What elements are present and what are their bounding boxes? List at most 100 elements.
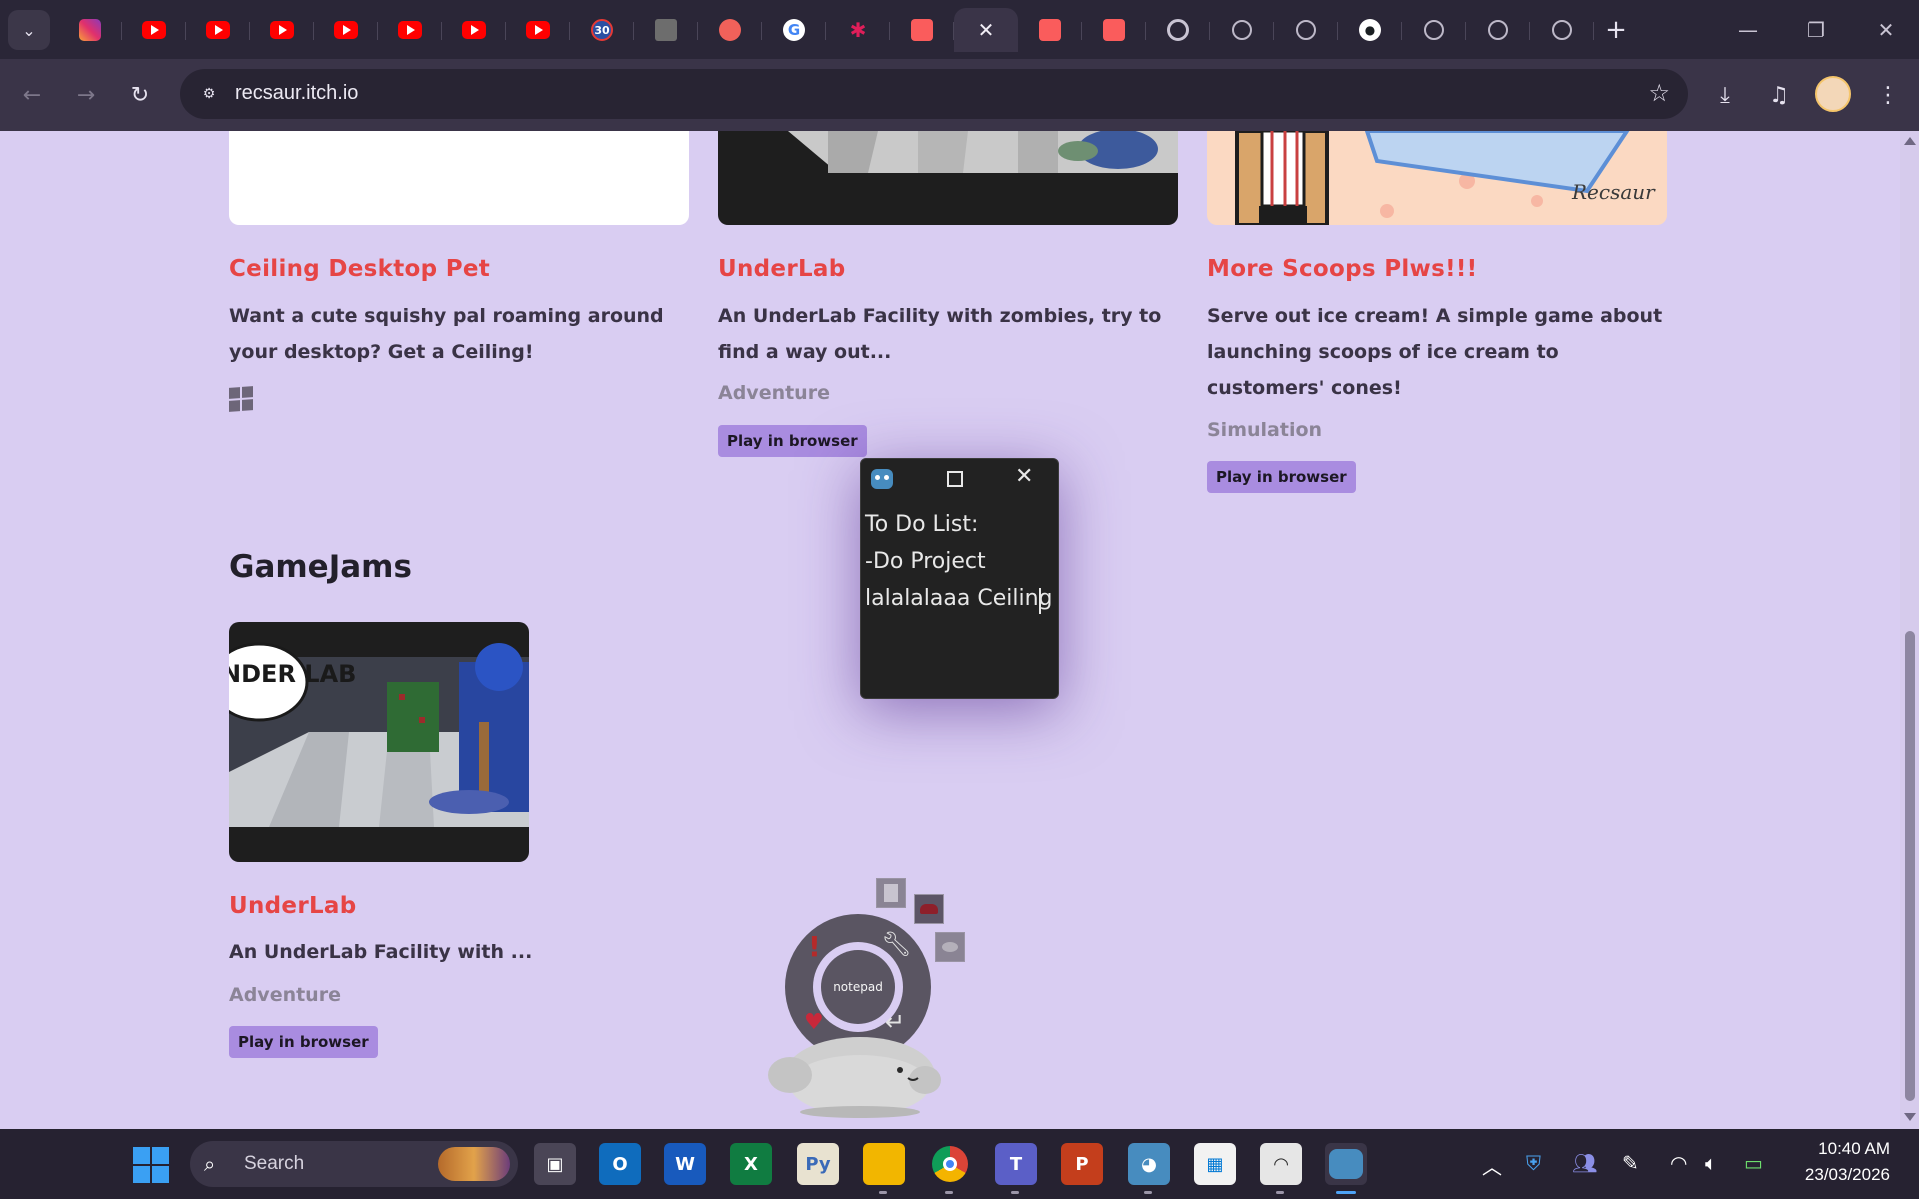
- file-explorer-icon[interactable]: [863, 1143, 905, 1194]
- forward-button[interactable]: →: [68, 77, 104, 113]
- game-genre-underlab: Adventure: [718, 382, 830, 404]
- browser-tab[interactable]: ✱: [826, 8, 890, 52]
- browser-tab[interactable]: [186, 8, 250, 52]
- itch-icon: [1039, 19, 1061, 41]
- game-title-ceiling[interactable]: Ceiling Desktop Pet: [229, 256, 490, 282]
- browser-tab[interactable]: [442, 8, 506, 52]
- new-tab-button[interactable]: +: [1596, 8, 1636, 52]
- browser-tab[interactable]: [506, 8, 570, 52]
- browser-tab[interactable]: [1018, 8, 1082, 52]
- game-cover-underlab-jam[interactable]: UNDER LAB: [229, 622, 529, 862]
- clock-time[interactable]: 10:40 AM: [1808, 1139, 1890, 1159]
- windows-start-button[interactable]: [133, 1147, 169, 1183]
- play-in-browser-button[interactable]: Play in browser: [229, 1026, 378, 1058]
- browser-tab[interactable]: [890, 8, 954, 52]
- notepad-titlebar[interactable]: ✕: [861, 459, 1058, 499]
- browser-tab[interactable]: [1146, 8, 1210, 52]
- browser-tab[interactable]: [314, 8, 378, 52]
- notepad-textarea[interactable]: To Do List: -Do Project lalalalaaa Ceili…: [865, 506, 1052, 617]
- wifi-icon[interactable]: ◠: [1670, 1151, 1687, 1175]
- game-cover-ceiling[interactable]: [229, 131, 689, 225]
- tab-search-button[interactable]: ⌄: [8, 10, 50, 50]
- browser-tab[interactable]: [250, 8, 314, 52]
- volume-icon[interactable]: 🔈︎: [1705, 1151, 1717, 1175]
- godot-icon[interactable]: ◕: [1128, 1143, 1170, 1194]
- browser-tab[interactable]: G: [762, 8, 826, 52]
- browser-tab[interactable]: [698, 8, 762, 52]
- minimize-button[interactable]: —: [1718, 8, 1778, 52]
- clip-studio-icon[interactable]: ◠: [1260, 1143, 1302, 1194]
- url-text[interactable]: recsaur.itch.io: [235, 82, 358, 105]
- back-button[interactable]: ←: [14, 77, 50, 113]
- reload-button[interactable]: ↻: [122, 77, 158, 113]
- python-icon[interactable]: Py: [797, 1143, 839, 1185]
- browser-tab[interactable]: [1210, 8, 1274, 52]
- godot-pet-app-icon[interactable]: [1325, 1143, 1367, 1194]
- browser-tab[interactable]: [378, 8, 442, 52]
- download-icon[interactable]: ⤓: [1706, 76, 1744, 114]
- maximize-icon[interactable]: [947, 471, 963, 487]
- game-cover-more-scoops[interactable]: Recsaur: [1207, 131, 1667, 225]
- browser-tab[interactable]: [1402, 8, 1466, 52]
- chrome-icon[interactable]: [929, 1143, 971, 1194]
- excel-icon[interactable]: X: [730, 1143, 772, 1185]
- browser-tab[interactable]: [634, 8, 698, 52]
- teams-tray-icon[interactable]: 👥︎: [1572, 1151, 1597, 1175]
- browser-tab[interactable]: ✕: [954, 8, 1018, 52]
- close-icon[interactable]: ✕: [978, 18, 995, 42]
- outlook-icon[interactable]: O: [599, 1143, 641, 1185]
- game-title-more-scoops[interactable]: More Scoops Plws!!!: [1207, 256, 1477, 282]
- fish-icon[interactable]: [935, 932, 965, 962]
- browser-tab[interactable]: [122, 8, 186, 52]
- play-in-browser-button[interactable]: Play in browser: [718, 425, 867, 457]
- turtle-icon[interactable]: [914, 894, 944, 924]
- site-info-icon[interactable]: ⚙: [194, 79, 224, 109]
- globe-icon: [1424, 20, 1444, 40]
- browser-tab[interactable]: [1274, 8, 1338, 52]
- play-in-browser-button[interactable]: Play in browser: [1207, 461, 1356, 493]
- scroll-down-arrow-icon[interactable]: [1904, 1113, 1916, 1121]
- browser-tab[interactable]: [1466, 8, 1530, 52]
- browser-tab[interactable]: [58, 8, 122, 52]
- chevron-up-icon[interactable]: ︿: [1482, 1151, 1502, 1180]
- youtube-icon: [334, 21, 358, 39]
- pet-menu-label: notepad: [821, 950, 895, 1024]
- tab-list: 30 G ✱ ✕ ●: [58, 8, 1594, 52]
- slack-icon: ✱: [849, 18, 867, 42]
- restore-button[interactable]: ❐: [1786, 8, 1846, 52]
- browser-tab[interactable]: [1530, 8, 1594, 52]
- globe-icon: [1296, 20, 1316, 40]
- scrollbar-thumb[interactable]: [1905, 631, 1915, 1101]
- taskbar-search-input[interactable]: ⌕ Search: [190, 1141, 518, 1187]
- teams-icon[interactable]: T: [995, 1143, 1037, 1194]
- menu-kebab-icon[interactable]: ⋮: [1869, 76, 1907, 114]
- media-control-icon[interactable]: ♫: [1760, 76, 1798, 114]
- scroll-up-arrow-icon[interactable]: [1904, 137, 1916, 145]
- browser-tab[interactable]: ●: [1338, 8, 1402, 52]
- avatar[interactable]: [1815, 76, 1851, 112]
- browser-tab[interactable]: 30: [570, 8, 634, 52]
- close-window-button[interactable]: ✕: [1856, 8, 1916, 52]
- microsoft-store-icon[interactable]: ▦: [1194, 1143, 1236, 1185]
- wrench-icon[interactable]: 🔧︎: [881, 930, 911, 958]
- ceiling-pet[interactable]: [760, 1020, 950, 1120]
- game-title-underlab-jam[interactable]: UnderLab: [229, 893, 357, 919]
- pen-icon[interactable]: ✎: [1622, 1151, 1639, 1175]
- battery-icon[interactable]: ▭: [1744, 1151, 1763, 1175]
- powerpoint-icon[interactable]: P: [1061, 1143, 1103, 1185]
- page-scrollbar[interactable]: [1900, 131, 1919, 1129]
- exclamation-icon[interactable]: !: [808, 930, 821, 963]
- notepad-icon[interactable]: [876, 878, 906, 908]
- close-icon[interactable]: ✕: [1015, 464, 1033, 489]
- game-cover-underlab[interactable]: [718, 131, 1178, 225]
- word-icon[interactable]: W: [664, 1143, 706, 1185]
- address-bar[interactable]: ⚙ recsaur.itch.io ☆: [180, 69, 1688, 119]
- notepad-window[interactable]: ✕ To Do List: -Do Project lalalalaaa Cei…: [860, 458, 1059, 699]
- task-view-icon[interactable]: ▣: [534, 1143, 576, 1185]
- game-title-underlab[interactable]: UnderLab: [718, 256, 846, 282]
- defender-shield-icon[interactable]: ⛨: [1526, 1151, 1541, 1175]
- browser-tab[interactable]: [1082, 8, 1146, 52]
- clock-date[interactable]: 23/03/2026: [1796, 1165, 1890, 1185]
- search-icon: ⌕: [204, 1152, 216, 1176]
- bookmark-star-icon[interactable]: ☆: [1648, 79, 1670, 107]
